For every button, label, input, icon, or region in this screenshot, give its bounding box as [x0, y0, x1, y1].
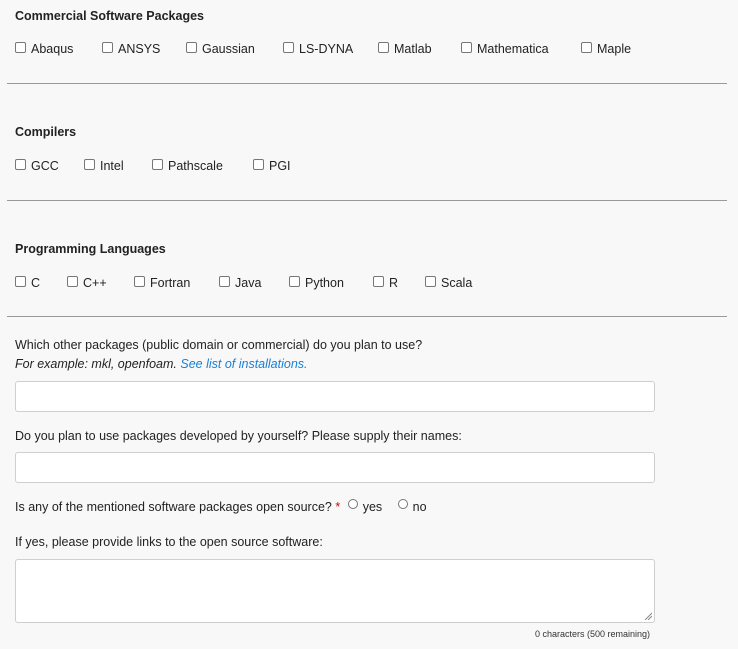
- checkbox-fortran[interactable]: Fortran: [134, 275, 190, 290]
- section-divider: [7, 200, 727, 201]
- checkbox-box[interactable]: [378, 41, 389, 53]
- checkbox-python[interactable]: Python: [289, 275, 344, 290]
- checkbox-pgi[interactable]: PGI: [253, 158, 291, 173]
- checkbox-box[interactable]: [219, 275, 230, 287]
- checkbox-box[interactable]: [15, 158, 26, 170]
- checkbox-r[interactable]: R: [373, 275, 398, 290]
- character-counter: 0 characters (500 remaining): [535, 629, 651, 639]
- other-packages-input[interactable]: [15, 381, 655, 412]
- checkbox-pathscale[interactable]: Pathscale: [152, 158, 223, 173]
- own-packages-input[interactable]: [15, 452, 655, 483]
- checkbox-gcc[interactable]: GCC: [15, 158, 59, 173]
- checkbox-scala[interactable]: Scala: [425, 275, 472, 290]
- checkbox-box[interactable]: [581, 41, 592, 53]
- links-textarea[interactable]: [15, 559, 655, 623]
- installations-link[interactable]: See list of installations.: [180, 357, 307, 371]
- section-divider: [7, 316, 727, 317]
- checkbox-box[interactable]: [15, 275, 26, 287]
- radio-no[interactable]: no: [394, 499, 427, 514]
- checkbox-c[interactable]: C: [15, 275, 40, 290]
- links-label: If yes, please provide links to the open…: [15, 535, 323, 549]
- section-divider: [7, 83, 727, 84]
- checkbox-box[interactable]: [102, 41, 113, 53]
- own-packages-label: Do you plan to use packages developed by…: [15, 429, 462, 443]
- checkbox-box[interactable]: [152, 158, 163, 170]
- checkbox-ls-dyna[interactable]: LS-DYNA: [283, 41, 353, 56]
- checkbox-box[interactable]: [289, 275, 300, 287]
- commercial-section-title: Commercial Software Packages: [15, 9, 204, 23]
- radio-circle[interactable]: [397, 499, 408, 509]
- checkbox-box[interactable]: [67, 275, 78, 287]
- checkbox-java[interactable]: Java: [219, 275, 261, 290]
- checkbox-box[interactable]: [15, 41, 26, 53]
- checkbox-box[interactable]: [425, 275, 436, 287]
- checkbox-matlab[interactable]: Matlab: [378, 41, 432, 56]
- other-packages-label: Which other packages (public domain or c…: [15, 338, 423, 352]
- languages-section-title: Programming Languages: [15, 242, 166, 256]
- checkbox-box[interactable]: [461, 41, 472, 53]
- checkbox-maple[interactable]: Maple: [581, 41, 631, 56]
- checkbox-cpp[interactable]: C++: [67, 275, 107, 290]
- resize-grip-icon[interactable]: [644, 612, 652, 620]
- checkbox-box[interactable]: [134, 275, 145, 287]
- compilers-section-title: Compilers: [15, 125, 77, 139]
- radio-yes[interactable]: yes: [344, 499, 382, 514]
- checkbox-box[interactable]: [253, 158, 264, 170]
- checkbox-abaqus[interactable]: Abaqus: [15, 41, 73, 56]
- checkbox-mathematica[interactable]: Mathematica: [461, 41, 549, 56]
- checkbox-box[interactable]: [373, 275, 384, 287]
- radio-circle[interactable]: [347, 499, 358, 509]
- checkbox-gaussian[interactable]: Gaussian: [186, 41, 255, 56]
- checkbox-ansys[interactable]: ANSYS: [102, 41, 160, 56]
- checkbox-intel[interactable]: Intel: [84, 158, 124, 173]
- open-source-question: Is any of the mentioned software package…: [15, 499, 427, 514]
- other-packages-hint: For example: mkl, openfoam. See list of …: [15, 357, 308, 371]
- required-marker: *: [335, 500, 341, 514]
- checkbox-box[interactable]: [186, 41, 197, 53]
- checkbox-box[interactable]: [283, 41, 294, 53]
- checkbox-box[interactable]: [84, 158, 95, 170]
